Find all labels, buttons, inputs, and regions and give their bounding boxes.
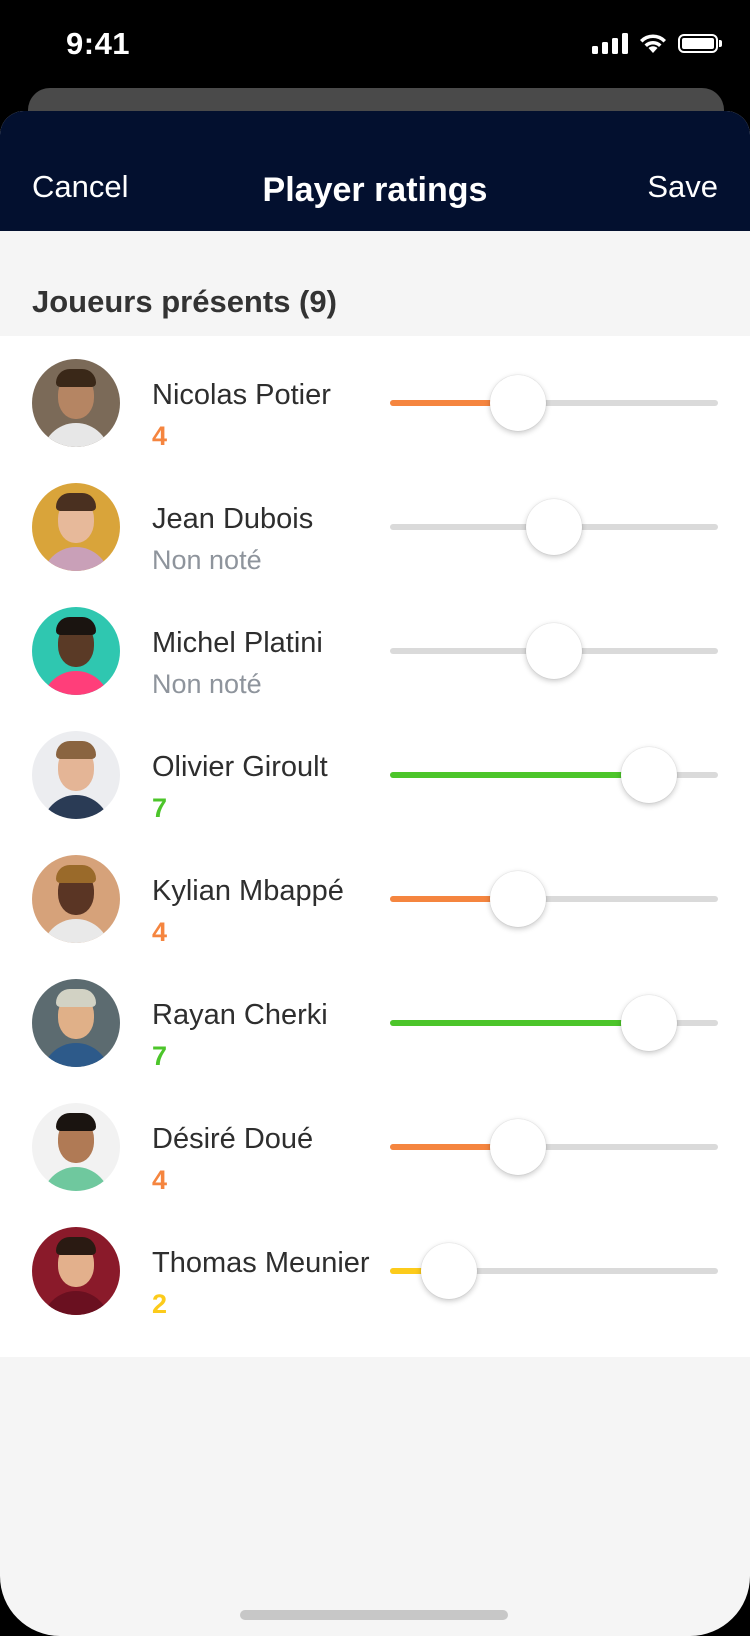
player-row: Thomas Meunier 2 [0,1209,750,1333]
player-name: Rayan Cherki [152,999,328,1031]
avatar-hair [56,617,96,635]
player-row: Michel Platini Non noté [0,589,750,713]
slider-thumb[interactable] [621,747,678,803]
save-button[interactable]: Save [647,169,718,205]
rating-slider[interactable] [390,1243,718,1299]
slider-thumb[interactable] [489,375,546,431]
player-row: Kylian Mbappé 4 [0,837,750,961]
status-time: 9:41 [66,26,131,61]
avatar-hair [56,989,96,1007]
rating-slider[interactable] [390,623,718,679]
home-indicator [240,1610,508,1620]
avatar-hair [56,741,96,759]
slider-thumb[interactable] [526,499,582,555]
slider-thumb[interactable] [621,995,678,1051]
battery-icon [678,33,722,53]
player-rating-value: 2 [152,1289,168,1319]
ratings-sheet: Cancel Player ratings Save Joueurs prése… [0,111,750,1636]
player-avatar [32,731,120,819]
slider-thumb[interactable] [421,1243,478,1299]
player-avatar [32,483,120,571]
player-name: Olivier Giroult [152,751,328,783]
player-avatar [32,359,120,447]
player-rating-value: 4 [152,917,168,947]
status-icons [592,32,722,54]
slider-thumb[interactable] [489,1119,546,1175]
slider-fill [390,772,650,778]
player-name: Nicolas Potier [152,379,331,411]
avatar-hair [56,1113,96,1131]
player-name: Désiré Doué [152,1123,314,1155]
wifi-icon [640,34,666,53]
player-row: Olivier Giroult 7 [0,713,750,837]
avatar-hair [56,1237,96,1255]
rating-slider[interactable] [390,1119,718,1175]
section-header: Joueurs présents (9) [0,231,750,336]
avatar-hair [56,865,96,883]
player-rating-value: 7 [152,1041,168,1071]
player-avatar [32,855,120,943]
player-rating-value: 4 [152,1165,168,1195]
player-name: Michel Platini [152,627,323,659]
rating-slider[interactable] [390,995,718,1051]
rating-slider[interactable] [390,747,718,803]
rating-slider[interactable] [390,375,718,431]
player-rating-value: 7 [152,793,168,823]
page-title: Player ratings [262,171,488,209]
player-rating-value: 4 [152,421,168,451]
player-avatar [32,1227,120,1315]
rating-slider[interactable] [390,499,718,555]
player-name: Kylian Mbappé [152,875,344,907]
player-avatar [32,607,120,695]
player-name: Jean Dubois [152,503,314,535]
status-bar: 9:41 [0,0,750,90]
player-row: Jean Dubois Non noté [0,465,750,589]
player-row: Désiré Doué 4 [0,1085,750,1209]
slider-thumb[interactable] [526,623,582,679]
player-avatar [32,1103,120,1191]
player-name: Thomas Meunier [152,1247,370,1279]
player-list: Nicolas Potier 4 Jean Dubois Non noté Michel… [0,336,750,1357]
slider-thumb[interactable] [489,871,546,927]
player-avatar [32,979,120,1067]
player-row: Nicolas Potier 4 [0,341,750,465]
section-title: Joueurs présents (9) [32,284,337,319]
avatar-hair [56,369,96,387]
avatar-hair [56,493,96,511]
nav-bar: Cancel Player ratings Save [0,111,750,231]
player-row: Rayan Cherki 7 [0,961,750,1085]
slider-fill [390,1020,650,1026]
player-rating-value: Non noté [152,545,262,575]
rating-slider[interactable] [390,871,718,927]
cellular-signal-icon [592,32,628,54]
player-rating-value: Non noté [152,669,262,699]
